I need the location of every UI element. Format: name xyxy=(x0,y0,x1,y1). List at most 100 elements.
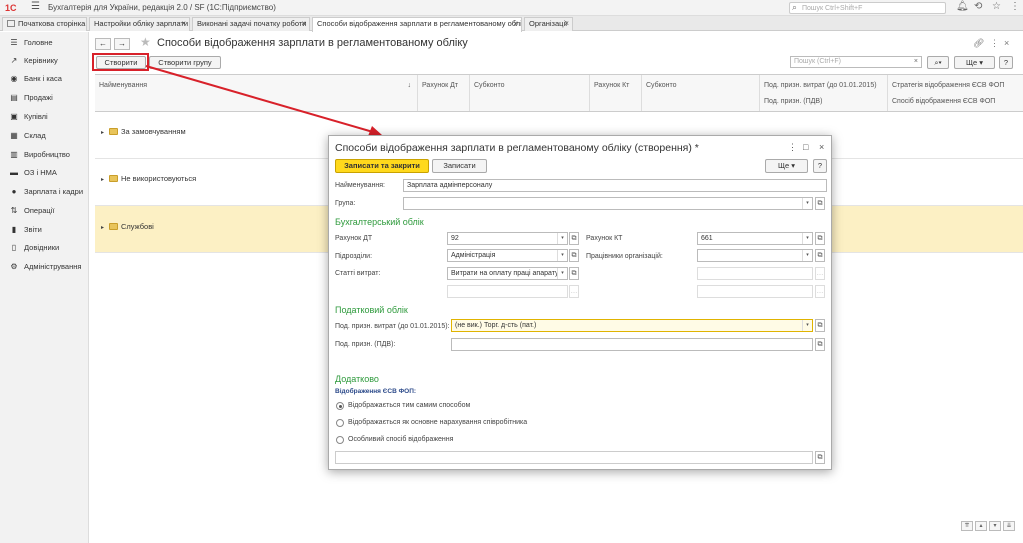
favorite-star-icon[interactable]: ★ xyxy=(140,35,151,49)
open-icon[interactable]: ⧉ xyxy=(569,249,579,262)
radio-special-method[interactable] xyxy=(336,436,344,444)
close-icon[interactable]: × xyxy=(513,18,518,30)
column-name[interactable]: Найменування ↓ xyxy=(95,75,418,111)
sidebar-item-bank[interactable]: ◉ Банк і каса xyxy=(0,71,89,87)
scroll-first-button[interactable]: ⇈ xyxy=(961,521,973,531)
sidebar-item-admin[interactable]: ⚙ Адміністрування xyxy=(0,259,89,275)
expand-icon[interactable]: ▸ xyxy=(101,176,109,183)
dialog-help-button[interactable]: ? xyxy=(813,159,827,173)
close-icon[interactable]: × xyxy=(564,18,569,30)
more-icon[interactable]: ⋮ xyxy=(990,38,999,49)
more-icon[interactable]: ⋮ xyxy=(1010,1,1020,12)
special-method-field[interactable] xyxy=(335,451,813,464)
sidebar-item-reports[interactable]: ▮ Звіти xyxy=(0,222,89,238)
select-icon[interactable]: … xyxy=(815,267,825,280)
history-icon[interactable]: ⟲ xyxy=(974,1,982,12)
close-icon[interactable]: × xyxy=(181,18,186,30)
close-icon[interactable]: × xyxy=(819,142,824,152)
subconto-kt-2-field[interactable] xyxy=(697,285,813,298)
scroll-last-button[interactable]: ⇊ xyxy=(1003,521,1015,531)
tax2-field[interactable] xyxy=(451,338,813,351)
chevron-down-icon[interactable]: ▾ xyxy=(557,268,567,279)
bell-icon[interactable]: 🔔︎ xyxy=(956,1,969,12)
tab-completed-tasks[interactable]: Виконані задачі початку роботи × xyxy=(192,17,310,31)
kt-field[interactable]: 661 ▾ xyxy=(697,232,813,245)
sidebar-item-manager[interactable]: ↗ Керівнику xyxy=(0,53,89,69)
main-menu-icon[interactable]: ☰ xyxy=(31,1,40,12)
group-field[interactable]: ▾ xyxy=(403,197,813,210)
sidebar-item-main[interactable]: ☰ Головне xyxy=(0,35,89,51)
chevron-down-icon[interactable]: ▾ xyxy=(557,250,567,261)
column-dt[interactable]: Рахунок Дт xyxy=(418,75,470,111)
expand-icon[interactable]: ▸ xyxy=(101,224,109,231)
global-search-input[interactable]: ⌕ Пошук Ctrl+Shift+F xyxy=(789,2,946,14)
costs-field[interactable]: Витрати на оплату праці апарату у ▾ xyxy=(447,267,568,280)
open-icon[interactable]: ⧉ xyxy=(569,232,579,245)
subconto-dt-2-field[interactable] xyxy=(447,285,568,298)
open-icon[interactable]: ⧉ xyxy=(815,451,825,464)
chevron-down-icon[interactable]: ▾ xyxy=(802,250,812,261)
sidebar-item-salary[interactable]: ● Зарплата і кадри xyxy=(0,184,89,200)
app-logo: 1С xyxy=(5,3,17,13)
link-icon[interactable]: 🔗︎ xyxy=(973,38,984,49)
employees-field[interactable]: ▾ xyxy=(697,249,813,262)
sidebar-item-production[interactable]: ▥ Виробництво xyxy=(0,147,89,163)
name-field[interactable]: Зарплата адмінперсоналу xyxy=(403,179,827,192)
tab-salary-settings[interactable]: Настройки обліку зарплати × xyxy=(89,17,190,31)
dt-field[interactable]: 92 ▾ xyxy=(447,232,568,245)
star-icon[interactable]: ☆ xyxy=(992,1,1001,12)
tab-salary-methods[interactable]: Способи відображення зарплати в регламен… xyxy=(312,17,522,32)
save-button[interactable]: Записати xyxy=(432,159,487,173)
tab-organizations[interactable]: Організації × xyxy=(524,17,573,31)
sidebar-item-warehouse[interactable]: ▦ Склад xyxy=(0,128,89,144)
create-group-button[interactable]: Створити групу xyxy=(149,56,221,69)
list-search-input[interactable]: Пошук (Ctrl+F) × xyxy=(790,56,922,68)
open-icon[interactable]: ⧉ xyxy=(815,319,825,332)
sidebar-item-directories[interactable]: ▯ Довідники xyxy=(0,240,89,256)
search-options-button[interactable]: ⌕▾ xyxy=(927,56,949,69)
select-icon[interactable]: … xyxy=(569,285,579,298)
save-close-button[interactable]: Записати та закрити xyxy=(335,159,429,173)
select-icon[interactable]: … xyxy=(815,285,825,298)
folder-icon xyxy=(109,128,118,135)
open-icon[interactable]: ⧉ xyxy=(815,232,825,245)
chevron-down-icon[interactable]: ▾ xyxy=(802,320,812,331)
menu-icon: ☰ xyxy=(10,38,18,47)
open-icon[interactable]: ⧉ xyxy=(815,338,825,351)
column-subconto-2[interactable]: Субконто xyxy=(642,75,760,111)
back-button[interactable]: ← xyxy=(95,38,111,50)
open-icon[interactable]: ⧉ xyxy=(815,249,825,262)
maximize-icon[interactable]: □ xyxy=(803,142,808,152)
dialog-more-button[interactable]: Ще ▾ xyxy=(765,159,808,173)
column-subconto-1[interactable]: Субконто xyxy=(470,75,590,111)
sidebar-item-sales[interactable]: ▤ Продажі xyxy=(0,90,89,106)
chevron-down-icon[interactable]: ▾ xyxy=(802,198,812,209)
chevron-down-icon[interactable]: ▾ xyxy=(557,233,567,244)
subconto-kt-1-field[interactable] xyxy=(697,267,813,280)
scroll-up-button[interactable]: ▴ xyxy=(975,521,987,531)
radio-main-accrual[interactable] xyxy=(336,419,344,427)
open-icon[interactable]: ⧉ xyxy=(815,197,825,210)
list-help-button[interactable]: ? xyxy=(999,56,1013,69)
dept-field[interactable]: Адміністрація ▾ xyxy=(447,249,568,262)
close-icon[interactable]: × xyxy=(301,18,306,30)
tax1-field[interactable]: (не вик.) Торг. д-сть (пат.) ▾ xyxy=(451,319,813,332)
sidebar-item-purchases[interactable]: ▣ Купівлі xyxy=(0,109,89,125)
forward-button[interactable]: → xyxy=(114,38,130,50)
expand-icon[interactable]: ▸ xyxy=(101,129,109,136)
open-icon[interactable]: ⧉ xyxy=(569,267,579,280)
sidebar-item-operations[interactable]: ⇅ Операції xyxy=(0,203,89,219)
column-kt[interactable]: Рахунок Кт xyxy=(590,75,642,111)
clear-icon[interactable]: × xyxy=(914,57,918,67)
scroll-down-button[interactable]: ▾ xyxy=(989,521,1001,531)
more-icon[interactable]: ⋮ xyxy=(788,142,797,153)
create-button[interactable]: Створити xyxy=(96,56,146,69)
list-more-button[interactable]: Ще ▾ xyxy=(954,56,995,69)
column-esv[interactable]: Стратегія відображення ЄСВ ФОП Спосіб від… xyxy=(888,75,1023,111)
sidebar-item-assets[interactable]: ▬ ОЗ і НМА xyxy=(0,165,89,181)
close-icon[interactable]: × xyxy=(1004,38,1009,48)
column-tax[interactable]: Под. призн. витрат (до 01.01.2015) Под. п… xyxy=(760,75,888,111)
chevron-down-icon[interactable]: ▾ xyxy=(802,233,812,244)
tab-home[interactable]: Початкова сторінка xyxy=(2,17,87,31)
radio-same-method[interactable] xyxy=(336,402,344,410)
